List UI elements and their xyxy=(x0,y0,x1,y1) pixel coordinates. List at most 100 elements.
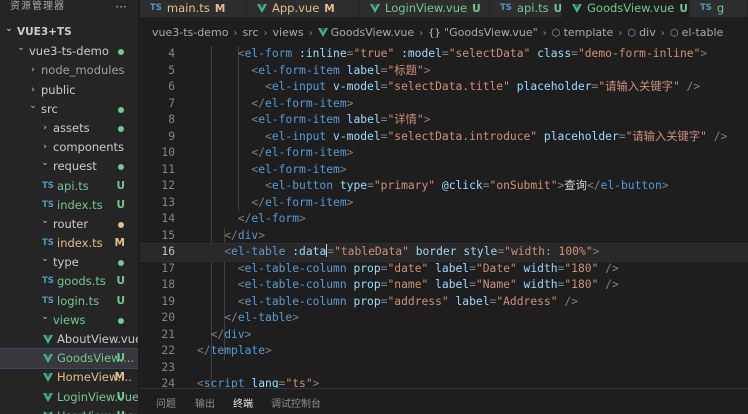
code-line[interactable]: 21 </div> xyxy=(140,327,748,344)
line-number: 17 xyxy=(161,261,175,275)
code-token: "请输入关键字" xyxy=(598,80,680,93)
code-token: = xyxy=(469,278,476,291)
chevron-right-icon: › xyxy=(542,28,547,39)
code-token: = xyxy=(482,179,490,192)
cube-icon: ⬡ xyxy=(551,28,564,39)
breadcrumb-item[interactable]: GoodsView.vue xyxy=(331,26,415,39)
chevron-down-icon: ⌄ xyxy=(41,158,49,169)
tree-item-label: type xyxy=(53,255,79,270)
explorer-title: 资源管理器 xyxy=(10,1,65,12)
code-token: </ xyxy=(224,228,238,242)
tree-folder[interactable]: ⌄ views xyxy=(0,311,138,330)
code-line[interactable]: 15 </div> xyxy=(140,228,748,245)
tree-file[interactable]: GoodsView.... U xyxy=(0,348,138,370)
code-editor[interactable]: 4 <el-form :inline="true" :model="select… xyxy=(140,44,748,388)
code-token: label xyxy=(339,63,381,77)
code-line[interactable]: 7 </el-form-item> xyxy=(140,96,748,113)
tree-file[interactable]: TS api.ts U xyxy=(0,177,138,196)
code-content: </div> xyxy=(197,327,252,344)
tree-file[interactable]: HomeView.... M xyxy=(0,368,138,387)
tree-file[interactable]: LoginView.vue U xyxy=(0,388,138,407)
tree-file[interactable]: UserView.vueU xyxy=(0,407,138,414)
vue-file-icon xyxy=(43,392,53,402)
ellipsis-icon[interactable]: ··· xyxy=(112,0,130,16)
breadcrumb-item[interactable]: views xyxy=(273,26,304,39)
code-token: = xyxy=(441,47,449,60)
code-line[interactable]: 9 <el-input v-model = "selectData.introduc… xyxy=(140,129,748,146)
tree-file[interactable]: TS login.ts U xyxy=(0,292,138,311)
code-token: el-table-column xyxy=(244,278,347,291)
tree-folder[interactable]: ⌄ vue3-ts-demo xyxy=(0,42,138,61)
tree-item-label: router xyxy=(53,216,89,231)
breadcrumb-item[interactable]: div xyxy=(639,26,656,39)
line-number: 8 xyxy=(168,113,175,126)
code-line[interactable]: 4 <el-form :inline="true" :model="select… xyxy=(140,46,748,63)
code-line[interactable]: 11 <el-form-item> xyxy=(140,162,748,179)
panel-tab[interactable]: 调试控制台 xyxy=(271,395,321,410)
code-line[interactable]: 10 </el-form-item> xyxy=(140,145,748,162)
breadcrumb-item[interactable]: "GoodsView.vue" xyxy=(444,26,538,39)
code-token: /> xyxy=(706,129,728,143)
tree-file[interactable]: TS index.ts M xyxy=(0,234,138,253)
code-token: > xyxy=(423,113,431,126)
code-line[interactable]: 20 </el-table> xyxy=(140,310,748,327)
tree-folder[interactable]: ⌄ request xyxy=(0,157,138,176)
editor-tab[interactable]: TS main.ts M xyxy=(140,0,247,17)
breadcrumb-item[interactable]: template xyxy=(564,26,614,39)
code-token: div xyxy=(237,228,259,242)
code-token: "请输入关键字" xyxy=(625,129,707,143)
tree-folder[interactable]: › components xyxy=(0,138,138,157)
panel-tab[interactable]: 终端 xyxy=(233,395,253,410)
git-status-dot xyxy=(118,106,124,113)
code-line[interactable]: 17 <el-table-column prop="date" label="D… xyxy=(140,261,748,278)
panel-tab[interactable]: 输出 xyxy=(195,395,215,410)
editor-tab[interactable]: LoginView.vue U xyxy=(360,0,490,17)
editor-tab[interactable]: GoodsView.vueU● xyxy=(562,0,690,17)
editor-tab[interactable]: App.vue M xyxy=(247,0,360,17)
code-line[interactable]: 5 <el-form-item label="标题"> xyxy=(140,63,748,80)
code-line[interactable]: 22 </template> xyxy=(140,343,748,360)
tree-folder[interactable]: ⌄ src xyxy=(0,100,138,119)
code-line[interactable]: 23 xyxy=(140,360,748,377)
code-token: v-model xyxy=(326,129,381,143)
code-line[interactable]: 6 <el-input v-model="selectData.title" p… xyxy=(140,79,748,96)
editor-tab[interactable]: TS g xyxy=(690,0,748,17)
code-line[interactable]: 8 <el-form-item label="详情"> xyxy=(140,112,748,129)
git-status-badge: U xyxy=(116,390,125,403)
git-status-dot xyxy=(118,221,124,228)
tree-folder[interactable]: › public xyxy=(0,81,138,100)
panel-tab[interactable]: 问题 xyxy=(156,395,176,410)
code-line[interactable]: 19 <el-table-column prop="address" label… xyxy=(140,294,748,311)
typescript-file-icon: TS xyxy=(150,3,162,13)
code-token: el-form-item xyxy=(265,96,347,110)
code-token: > xyxy=(292,311,300,324)
breadcrumb-item[interactable]: el-table xyxy=(682,26,724,39)
tree-folder[interactable]: › assets xyxy=(0,119,138,138)
code-line[interactable]: 18 <el-table-column prop="name" label="N… xyxy=(140,277,748,294)
code-line[interactable]: 13 </el-form-item> xyxy=(140,195,748,212)
tree-file[interactable]: AboutView.vue xyxy=(0,330,138,349)
tree-file[interactable]: TS goods.ts U xyxy=(0,272,138,291)
tree-folder[interactable]: ⌄ router xyxy=(0,215,138,234)
editor-tab[interactable]: TS api.ts U xyxy=(490,0,562,17)
code-line[interactable]: 16 <el-table :data="tableData" border st… xyxy=(140,243,748,262)
tree-folder[interactable]: ⌄ type xyxy=(0,253,138,272)
tree-folder[interactable]: › node_modules xyxy=(0,61,138,80)
vue-file-icon xyxy=(257,1,267,13)
git-status-dot xyxy=(118,125,124,132)
vue-file-icon xyxy=(43,354,53,364)
code-token: "Name" xyxy=(475,278,517,291)
code-line[interactable]: 12 <el-button type="primary" @click="onS… xyxy=(140,178,748,195)
code-line[interactable]: 24 <script lang="ts"> xyxy=(140,376,748,388)
code-line[interactable]: 14 </el-form> xyxy=(140,211,748,228)
code-content: </el-form> xyxy=(197,211,306,228)
tab-label: main.ts xyxy=(166,1,210,15)
tree-file[interactable]: TS index.ts U xyxy=(0,196,138,215)
tree-item-label: views xyxy=(53,312,86,327)
git-status-badge: M xyxy=(214,3,226,15)
breadcrumb-item[interactable]: vue3-ts-demo xyxy=(152,26,228,39)
breadcrumb-item[interactable]: src xyxy=(242,26,258,39)
